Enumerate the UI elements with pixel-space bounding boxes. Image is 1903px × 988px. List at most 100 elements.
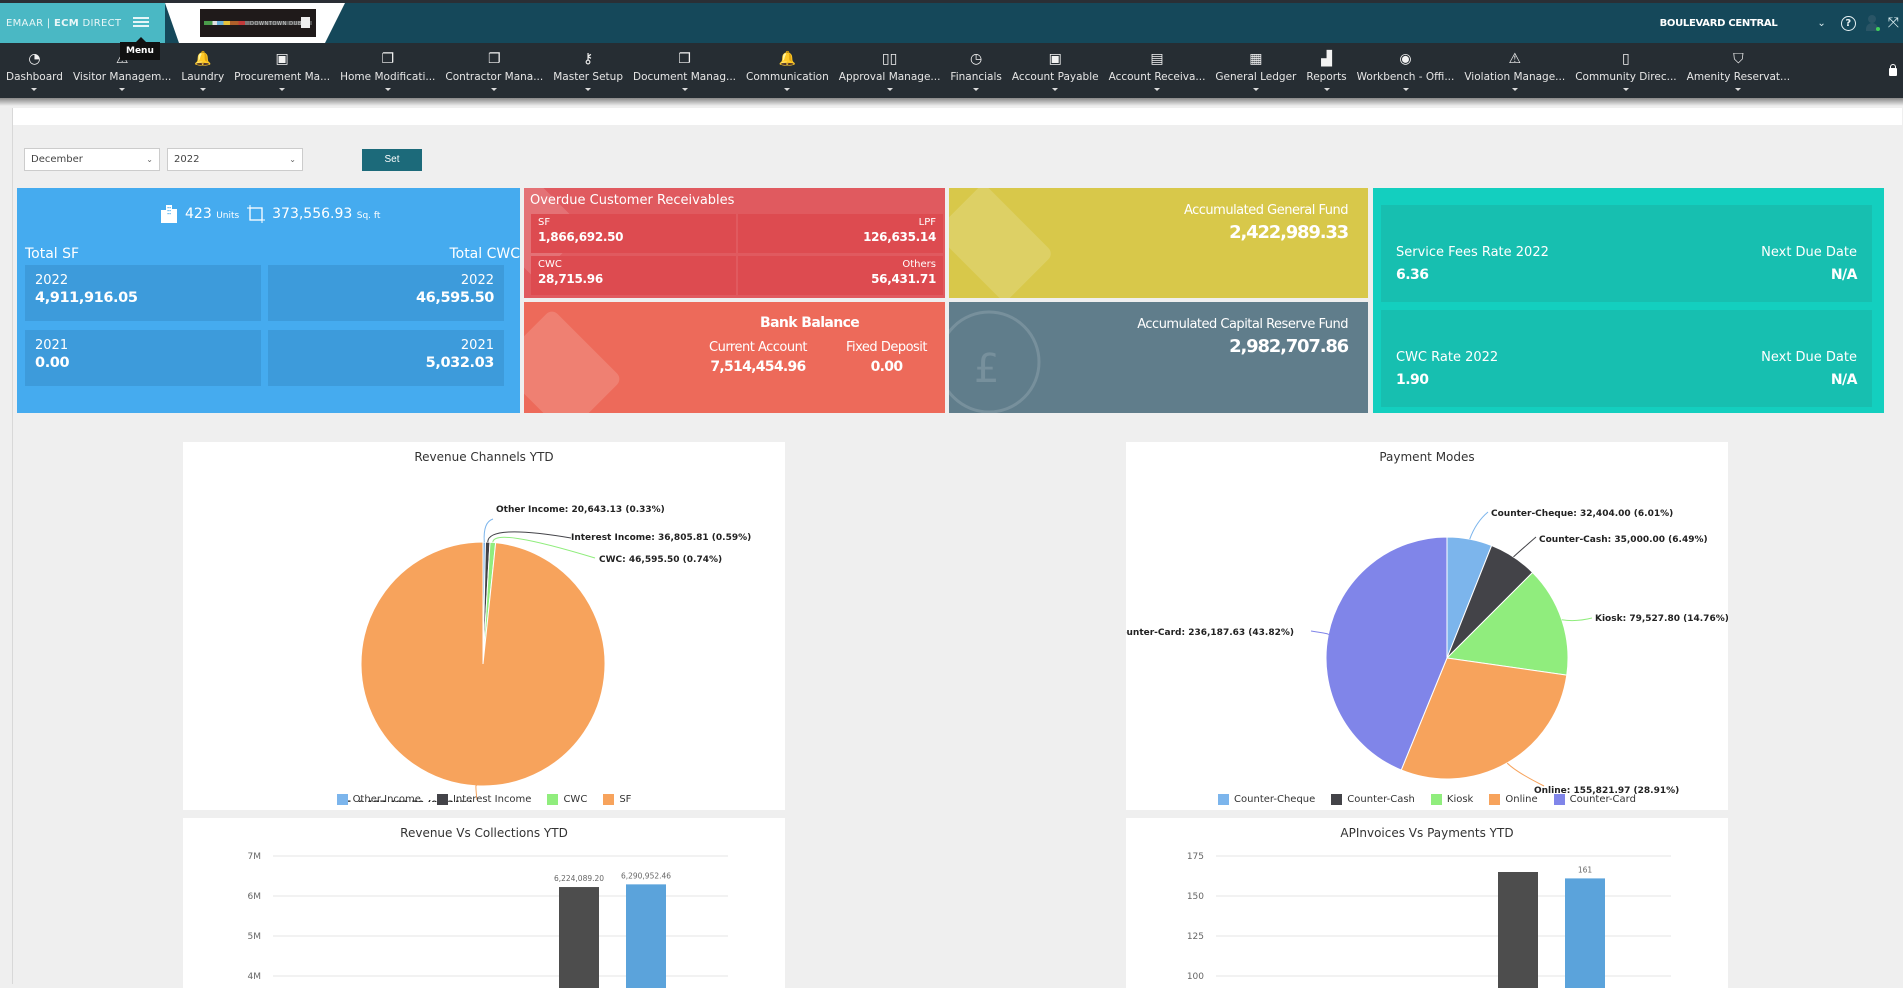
due-date-label: Next Due Date bbox=[1761, 350, 1857, 365]
nav-item-general-ledger[interactable]: ▦ General Ledger bbox=[1211, 43, 1300, 98]
nav-item-financials[interactable]: ◷ Financials bbox=[946, 43, 1005, 98]
legend-swatch bbox=[547, 794, 559, 805]
caret-down-icon[interactable] bbox=[491, 88, 498, 91]
nav-item-account-payable[interactable]: ▣ Account Payable bbox=[1008, 43, 1103, 98]
chevron-down-icon[interactable]: ⌄ bbox=[1817, 18, 1825, 29]
menu-tooltip: Menu bbox=[120, 37, 160, 60]
nav-item-home-modificati[interactable]: ❐ Home Modificati... bbox=[336, 43, 439, 98]
question-circle-icon[interactable]: ? bbox=[1840, 15, 1856, 31]
user-avatar-icon[interactable] bbox=[1865, 15, 1880, 31]
caret-down-icon[interactable] bbox=[973, 88, 980, 91]
legend-swatch bbox=[1553, 794, 1565, 805]
legend-swatch bbox=[436, 794, 448, 805]
bar-payments[interactable] bbox=[1565, 878, 1605, 988]
legend-item[interactable]: Interest Income bbox=[436, 794, 531, 805]
caret-down-icon[interactable] bbox=[1052, 88, 1059, 91]
set-button[interactable]: Set bbox=[362, 148, 422, 171]
caret-down-icon[interactable] bbox=[585, 88, 592, 91]
warning-triangle-icon: ⚠ bbox=[1508, 51, 1522, 67]
overdue-sf-tile: SF 1,866,692.50 bbox=[531, 214, 736, 253]
nav-item-approval-manage[interactable]: ▯▯ Approval Manage... bbox=[835, 43, 945, 98]
grid-icon: ▦ bbox=[1249, 51, 1263, 67]
nav-item-label: Document Manag... bbox=[633, 71, 736, 83]
building-icon bbox=[160, 205, 177, 223]
pie-chart-icon: ◷ bbox=[970, 51, 983, 67]
bell-icon: 🔔 bbox=[778, 51, 797, 67]
legend-item[interactable]: CWC bbox=[547, 794, 587, 805]
rate-label: Service Fees Rate 2022 bbox=[1396, 245, 1549, 260]
legend-label: Counter-Card bbox=[1569, 794, 1636, 805]
eye-icon: ◉ bbox=[1399, 51, 1412, 67]
online-status-dot bbox=[1875, 27, 1880, 31]
month-select[interactable]: December ⌄ bbox=[24, 148, 160, 171]
cwc-year: 2021 bbox=[460, 338, 494, 353]
units-label: Units bbox=[216, 211, 240, 221]
year-select[interactable]: 2022 ⌄ bbox=[167, 148, 303, 171]
nav-item-reports[interactable]: ▟ Reports bbox=[1302, 43, 1350, 98]
caret-down-icon[interactable] bbox=[279, 88, 286, 91]
caret-down-icon[interactable] bbox=[1252, 88, 1259, 91]
caret-down-icon[interactable] bbox=[1323, 88, 1330, 91]
nav-item-label: Visitor Managem... bbox=[72, 71, 172, 83]
caret-down-icon[interactable] bbox=[681, 88, 688, 91]
bar-collections[interactable] bbox=[626, 884, 666, 988]
legend-label: SF bbox=[619, 794, 632, 805]
fixed-deposit-label: Fixed Deposit bbox=[846, 340, 928, 355]
legend-item[interactable]: Counter-Cheque bbox=[1218, 794, 1315, 805]
legend-item[interactable]: Counter-Cash bbox=[1331, 794, 1415, 805]
due-date-value: N/A bbox=[1830, 267, 1858, 283]
fullscreen-icon[interactable]: ⤧ bbox=[1888, 15, 1899, 31]
nav-item-account-receiva[interactable]: ▤ Account Receiva... bbox=[1105, 43, 1210, 98]
sf-value: 0.00 bbox=[35, 355, 70, 371]
dashboard-gauge-icon: ◔ bbox=[28, 51, 41, 67]
nav-item-contractor-mana[interactable]: ❐ Contractor Mana... bbox=[441, 43, 547, 98]
overdue-lpf-value: 126,635.14 bbox=[863, 230, 936, 244]
hamburger-icon[interactable] bbox=[133, 15, 149, 29]
caret-down-icon[interactable] bbox=[1154, 88, 1160, 91]
nav-item-procurement-ma[interactable]: ▣ Procurement Ma... bbox=[230, 43, 334, 98]
pie-slice-sf[interactable] bbox=[360, 541, 606, 787]
caret-down-icon[interactable] bbox=[1402, 88, 1409, 91]
bar-apinvoices[interactable] bbox=[1498, 872, 1538, 988]
legend-item[interactable]: Kiosk bbox=[1430, 794, 1473, 805]
fixed-deposit: Fixed Deposit 0.00 bbox=[846, 340, 928, 375]
caret-down-icon[interactable] bbox=[31, 88, 38, 91]
caret-down-icon[interactable] bbox=[199, 88, 206, 91]
caret-down-icon[interactable] bbox=[384, 88, 391, 91]
community-logo: DOWNTOWN DUBAI bbox=[200, 9, 316, 37]
lock-icon[interactable] bbox=[1889, 64, 1897, 76]
caret-down-icon[interactable] bbox=[784, 88, 791, 91]
caret-down-icon[interactable] bbox=[1622, 88, 1629, 91]
nav-item-label: Workbench - Offi... bbox=[1356, 71, 1455, 83]
revenue-channels-pie: Other Income: 20,643.13 (0.33%) Interest … bbox=[339, 505, 752, 802]
overdue-lpf-label: LPF bbox=[918, 217, 936, 228]
nav-item-community-direc[interactable]: ▯ Community Direc... bbox=[1571, 43, 1680, 98]
nav-item-communication[interactable]: 🔔 Communication bbox=[742, 43, 833, 98]
nav-item-document-manag[interactable]: ❐ Document Manag... bbox=[629, 43, 740, 98]
caret-down-icon[interactable] bbox=[1735, 88, 1742, 91]
legend-label: Online bbox=[1505, 794, 1538, 805]
nav-item-dashboard[interactable]: ◔ Dashboard bbox=[2, 43, 67, 98]
rate-value: 1.90 bbox=[1396, 372, 1429, 388]
legend-item[interactable]: Counter-Card bbox=[1553, 794, 1636, 805]
nav-item-master-setup[interactable]: ⚷ Master Setup bbox=[549, 43, 627, 98]
caret-down-icon[interactable] bbox=[119, 88, 126, 91]
nav-item-workbench-offi[interactable]: ◉ Workbench - Offi... bbox=[1353, 43, 1459, 98]
nav-item-laundry[interactable]: 🔔 Laundry bbox=[177, 43, 228, 98]
rates-card: Service Fees Rate 2022 Next Due Date 6.36… bbox=[1373, 188, 1884, 413]
overdue-sf-value: 1,866,692.50 bbox=[538, 230, 624, 244]
nav-item-label: Procurement Ma... bbox=[234, 71, 331, 83]
legend-item[interactable]: SF bbox=[603, 794, 631, 805]
nav-item-violation-manage[interactable]: ⚠ Violation Manage... bbox=[1460, 43, 1569, 98]
overdue-cwc-tile: CWC 28,715.96 bbox=[531, 256, 736, 295]
caret-down-icon[interactable] bbox=[1511, 88, 1518, 91]
nav-item-label: Reports bbox=[1306, 71, 1347, 83]
current-account-value: 7,514,454.96 bbox=[710, 359, 806, 375]
legend-item[interactable]: Other Income bbox=[336, 794, 421, 805]
y-tick-label: 150 bbox=[1187, 892, 1204, 902]
legend-item[interactable]: Online bbox=[1489, 794, 1538, 805]
caret-down-icon[interactable] bbox=[886, 88, 893, 91]
nav-item-amenity-reservat[interactable]: ⛉ Amenity Reservat... bbox=[1683, 43, 1794, 98]
site-selector[interactable]: BOULEVARD CENTRAL bbox=[1660, 18, 1778, 29]
bar-revenue[interactable] bbox=[559, 887, 599, 988]
